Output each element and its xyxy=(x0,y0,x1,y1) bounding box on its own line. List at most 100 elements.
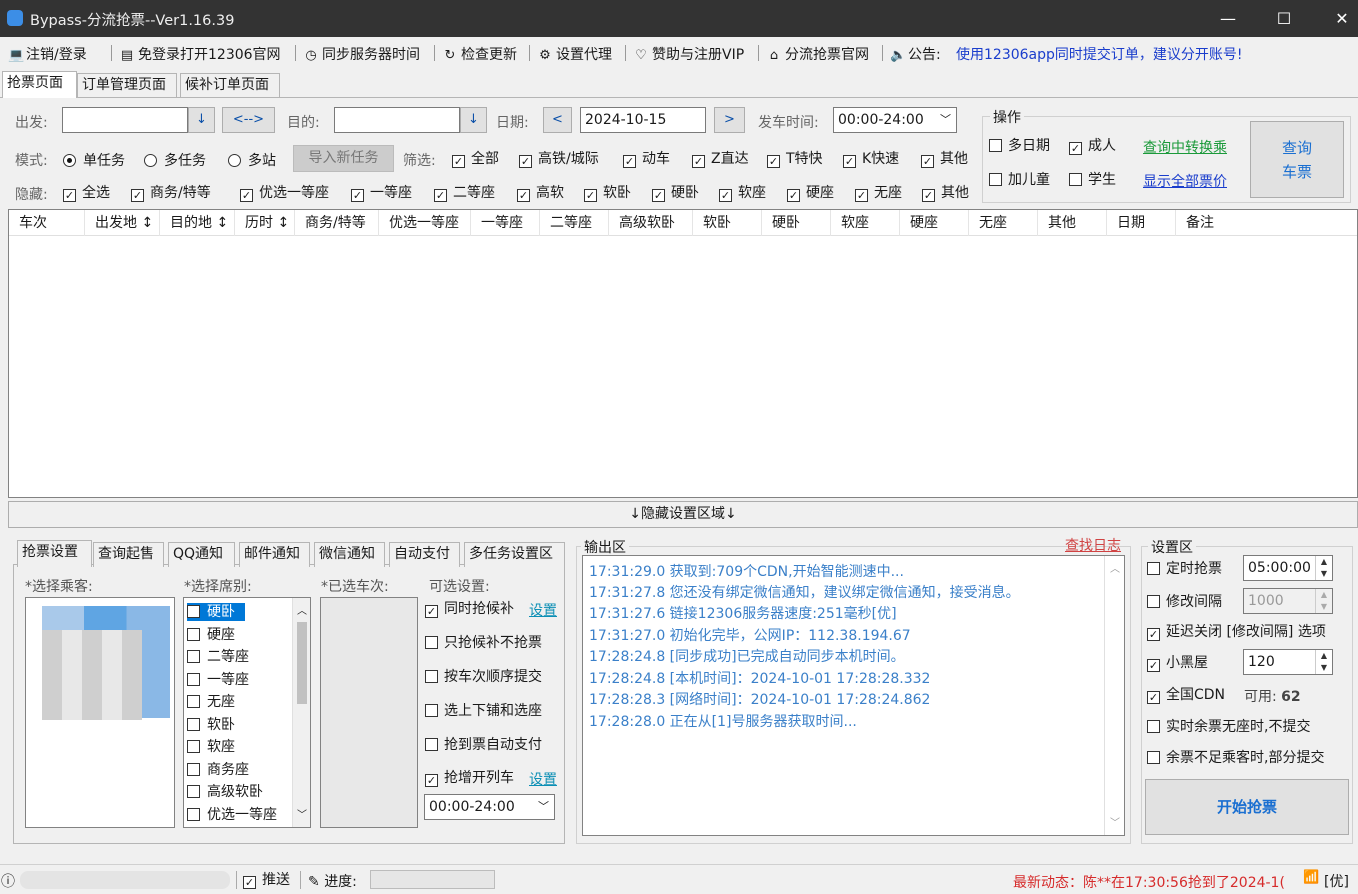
spinner-arrows-icon[interactable]: ▲ ▼ xyxy=(1315,650,1332,674)
tab-qq-notify[interactable]: QQ通知 xyxy=(168,542,235,567)
push-checkbox[interactable]: ✓ 推送 xyxy=(243,871,290,889)
chevron-up-icon[interactable]: ︿ xyxy=(1110,560,1120,575)
find-log-link[interactable]: 查找日志 xyxy=(1065,535,1121,555)
tab-order-manage[interactable]: 订单管理页面 xyxy=(77,73,177,98)
date-next-button[interactable]: > xyxy=(714,107,745,133)
tab-waitlist[interactable]: 候补订单页面 xyxy=(180,73,280,98)
menu-official-site[interactable]: ⌂ 分流抢票官网 xyxy=(767,44,869,64)
spinner-arrows-icon[interactable]: ▲ ▼ xyxy=(1315,556,1332,580)
filter-gaotie[interactable]: ✓ 高铁/城际 xyxy=(519,150,599,168)
interval-checkbox[interactable]: 修改间隔 xyxy=(1147,593,1222,611)
hide-yingwo[interactable]: ✓ 硬卧 xyxy=(652,184,699,202)
filter-z[interactable]: ✓ Z直达 xyxy=(692,150,749,168)
to-input[interactable] xyxy=(334,107,460,133)
tab-grab-settings[interactable]: 抢票设置 xyxy=(17,540,92,567)
hide-first[interactable]: ✓ 一等座 xyxy=(351,184,412,202)
passenger-list[interactable] xyxy=(25,597,175,828)
hide-all[interactable]: ✓ 全选 xyxy=(63,184,110,202)
mode-multi[interactable]: 多任务 xyxy=(144,150,206,170)
tab-auto-pay[interactable]: 自动支付 xyxy=(389,542,460,567)
filter-k[interactable]: ✓ K快速 xyxy=(843,150,899,168)
timed-grab-input[interactable]: 05:00:00 ▲ ▼ xyxy=(1243,555,1333,581)
no-seat-checkbox[interactable]: 实时余票无座时,不提交 xyxy=(1147,718,1310,736)
menu-open-12306[interactable]: ▤ 免登录打开12306官网 xyxy=(120,44,281,64)
menu-sync-time[interactable]: ◷ 同步服务器时间 xyxy=(304,44,420,64)
swap-button[interactable]: <--> xyxy=(222,107,275,133)
seat-list-scrollbar[interactable]: ︿ ﹀ xyxy=(292,598,310,827)
col-premium-first[interactable]: 优选一等座 xyxy=(379,210,471,236)
col-soft-sleeper[interactable]: 软卧 xyxy=(693,210,762,236)
extra-trains-checkbox[interactable]: ✓ 抢增开列车 xyxy=(425,769,514,787)
partial-submit-checkbox[interactable]: 余票不足乘客时,部分提交 xyxy=(1147,749,1324,767)
list-item[interactable]: 硬座 xyxy=(187,626,235,644)
menu-check-update[interactable]: ↻ 检查更新 xyxy=(443,44,517,64)
choose-berth-checkbox[interactable]: 选上下铺和选座 xyxy=(425,702,542,720)
tab-grab-ticket[interactable]: 抢票页面 xyxy=(2,71,77,98)
col-other[interactable]: 其他 xyxy=(1038,210,1107,236)
hide-ruanwo[interactable]: ✓ 软卧 xyxy=(584,184,631,202)
list-item[interactable]: 软座 xyxy=(187,738,235,756)
output-scrollbar[interactable]: ︿ ﹀ xyxy=(1104,556,1124,835)
list-item[interactable]: 高级软卧 xyxy=(187,783,263,801)
depart-time-select[interactable]: 00:00-24:00 ﹀ xyxy=(833,107,957,133)
col-business[interactable]: 商务/特等 xyxy=(295,210,379,236)
chevron-up-icon[interactable]: ︿ xyxy=(297,602,307,617)
tab-wechat-notify[interactable]: 微信通知 xyxy=(314,542,385,567)
from-dropdown-button[interactable]: ↓ xyxy=(188,107,215,133)
tab-mail-notify[interactable]: 邮件通知 xyxy=(239,542,310,567)
waitlist-only-checkbox[interactable]: 只抢候补不抢票 xyxy=(425,634,542,652)
col-soft-seat[interactable]: 软座 xyxy=(831,210,900,236)
chevron-down-icon[interactable]: ﹀ xyxy=(1110,814,1120,829)
waitlist-checkbox[interactable]: ✓ 同时抢候补 xyxy=(425,600,514,618)
scroll-thumb[interactable] xyxy=(297,622,307,704)
hide-business[interactable]: ✓ 商务/特等 xyxy=(131,184,211,202)
transfer-link[interactable]: 查询中转换乘 xyxy=(1143,137,1227,157)
start-grab-button[interactable]: 开始抢票 xyxy=(1145,779,1349,835)
chevron-down-icon[interactable]: ﹀ xyxy=(297,806,307,821)
col-date[interactable]: 日期 xyxy=(1107,210,1176,236)
show-all-price-link[interactable]: 显示全部票价 xyxy=(1143,171,1227,191)
submit-order-checkbox[interactable]: 按车次顺序提交 xyxy=(425,668,542,686)
output-log[interactable]: 17:31:29.0 获取到:709个CDN,开始智能测速中... 17:31:… xyxy=(582,555,1125,836)
mode-multi-station[interactable]: 多站 xyxy=(228,150,276,170)
to-dropdown-button[interactable]: ↓ xyxy=(460,107,487,133)
extra-trains-settings-link[interactable]: 设置 xyxy=(529,769,557,789)
filter-dongche[interactable]: ✓ 动车 xyxy=(623,150,670,168)
filter-all[interactable]: ✓ 全部 xyxy=(452,150,499,168)
query-tickets-button[interactable]: 查询 车票 xyxy=(1250,121,1344,198)
col-deluxe-sleeper[interactable]: 高级软卧 xyxy=(609,210,693,236)
col-first[interactable]: 一等座 xyxy=(471,210,540,236)
filter-other[interactable]: ✓ 其他 xyxy=(921,150,968,168)
col-duration[interactable]: 历时 ↕ xyxy=(235,210,295,236)
adult-checkbox[interactable]: ✓ 成人 xyxy=(1069,137,1116,155)
spinner-arrows-icon[interactable]: ▲ ▼ xyxy=(1315,589,1332,613)
selected-trains-list[interactable] xyxy=(320,597,418,828)
tab-query-sale[interactable]: 查询起售 xyxy=(93,542,164,567)
from-input[interactable] xyxy=(62,107,188,133)
blackroom-checkbox[interactable]: ✓ 小黑屋 xyxy=(1147,654,1208,672)
auto-pay-checkbox[interactable]: 抢到票自动支付 xyxy=(425,736,542,754)
list-item[interactable]: 硬卧 xyxy=(187,603,245,621)
close-button[interactable]: ✕ xyxy=(1314,0,1358,37)
hide-settings-toggle[interactable]: ↓隐藏设置区域↓ xyxy=(8,501,1358,528)
hide-other[interactable]: ✓ 其他 xyxy=(922,184,969,202)
col-second[interactable]: 二等座 xyxy=(540,210,609,236)
menu-vip[interactable]: ♡ 赞助与注册VIP xyxy=(634,44,744,64)
hide-ruanzuo[interactable]: ✓ 软座 xyxy=(719,184,766,202)
list-item[interactable]: 商务座 xyxy=(187,761,249,779)
child-checkbox[interactable]: 加儿童 xyxy=(989,171,1050,189)
date-input[interactable]: 2024-10-15 xyxy=(580,107,706,133)
delay-close-checkbox[interactable]: ✓ 延迟关闭 [修改间隔] 选项 xyxy=(1147,623,1326,641)
list-item[interactable]: 无座 xyxy=(187,693,235,711)
tab-multi-task[interactable]: 多任务设置区 xyxy=(464,542,565,567)
list-item[interactable]: 一等座 xyxy=(187,671,249,689)
list-item[interactable]: 软卧 xyxy=(187,716,235,734)
col-hard-sleeper[interactable]: 硬卧 xyxy=(762,210,831,236)
hide-premium-first[interactable]: ✓ 优选一等座 xyxy=(240,184,329,202)
col-no-seat[interactable]: 无座 xyxy=(969,210,1038,236)
hide-second[interactable]: ✓ 二等座 xyxy=(434,184,495,202)
list-item[interactable]: 二等座 xyxy=(187,648,249,666)
hide-wuzuo[interactable]: ✓ 无座 xyxy=(855,184,902,202)
col-hard-seat[interactable]: 硬座 xyxy=(900,210,969,236)
col-remark[interactable]: 备注 xyxy=(1176,210,1357,236)
